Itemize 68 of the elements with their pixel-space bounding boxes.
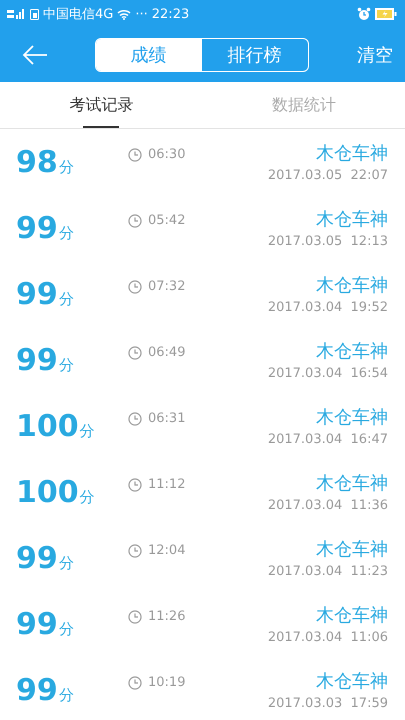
clock-icon [128, 478, 142, 492]
clock-icon [128, 544, 142, 558]
record-date: 2017.03.04 16:47 [268, 432, 388, 447]
tab[interactable]: 数据统计 [202, 82, 405, 128]
user-name: 木仓车神 [316, 472, 388, 495]
clear-button[interactable]: 清空 [353, 39, 397, 71]
duration-text: 10:19 [148, 675, 186, 690]
more-indicator: ··· [135, 6, 148, 22]
score-unit: 分 [58, 686, 74, 704]
back-button[interactable] [20, 43, 50, 67]
clock-icon [128, 412, 142, 426]
user-name: 木仓车神 [316, 670, 388, 693]
score-unit: 分 [58, 554, 74, 572]
clock-icon [128, 676, 142, 690]
duration-text: 11:26 [148, 609, 186, 624]
score-unit: 分 [58, 356, 74, 374]
duration-text: 06:30 [148, 147, 186, 162]
segment-tab[interactable]: 排行榜 [202, 39, 308, 71]
score-value: 99 [16, 210, 58, 246]
sim-icon [30, 8, 39, 20]
duration-text: 06:31 [148, 411, 186, 426]
duration-text: 07:32 [148, 279, 186, 294]
record-date: 2017.03.04 11:23 [268, 564, 388, 579]
score-value: 99 [16, 540, 58, 576]
duration-text: 05:42 [148, 213, 186, 228]
signal-icon [6, 8, 26, 20]
user-name: 木仓车神 [316, 208, 388, 231]
score-value: 99 [16, 342, 58, 378]
score-value: 100 [16, 408, 79, 444]
record-date: 2017.03.03 17:59 [268, 696, 388, 711]
record-date: 2017.03.04 11:36 [268, 498, 388, 513]
wifi-icon [117, 8, 132, 20]
segment-tab[interactable]: 成绩 [96, 39, 202, 71]
user-name: 木仓车神 [316, 406, 388, 429]
tab[interactable]: 考试记录 [0, 82, 202, 128]
record-date: 2017.03.04 16:54 [268, 366, 388, 381]
score-unit: 分 [58, 620, 74, 638]
record-date: 2017.03.05 22:07 [268, 168, 388, 183]
clock-icon [128, 346, 142, 360]
score-unit: 分 [58, 158, 74, 176]
user-name: 木仓车神 [316, 604, 388, 627]
score-unit: 分 [58, 290, 74, 308]
score-value: 98 [16, 144, 58, 180]
clock-time: 22:23 [152, 6, 190, 22]
clock-icon [128, 280, 142, 294]
duration-text: 12:04 [148, 543, 186, 558]
user-name: 木仓车神 [316, 340, 388, 363]
alarm-icon [357, 7, 371, 21]
record-date: 2017.03.05 12:13 [268, 234, 388, 249]
clock-icon [128, 148, 142, 162]
carrier-name: 中国电信4G [43, 6, 114, 23]
record-date: 2017.03.04 19:52 [268, 300, 388, 315]
duration-text: 11:12 [148, 477, 186, 492]
score-value: 99 [16, 606, 58, 642]
user-name: 木仓车神 [316, 274, 388, 297]
user-name: 木仓车神 [316, 142, 388, 165]
clock-icon [128, 214, 142, 228]
score-unit: 分 [80, 488, 95, 506]
score-unit: 分 [80, 422, 95, 440]
user-name: 木仓车神 [316, 538, 388, 561]
record-date: 2017.03.04 11:06 [268, 630, 388, 645]
score-value: 99 [16, 672, 58, 708]
clock-icon [128, 610, 142, 624]
battery-icon [375, 8, 397, 20]
duration-text: 06:49 [148, 345, 186, 360]
score-unit: 分 [58, 224, 74, 242]
score-value: 100 [16, 474, 79, 510]
score-value: 99 [16, 276, 58, 312]
